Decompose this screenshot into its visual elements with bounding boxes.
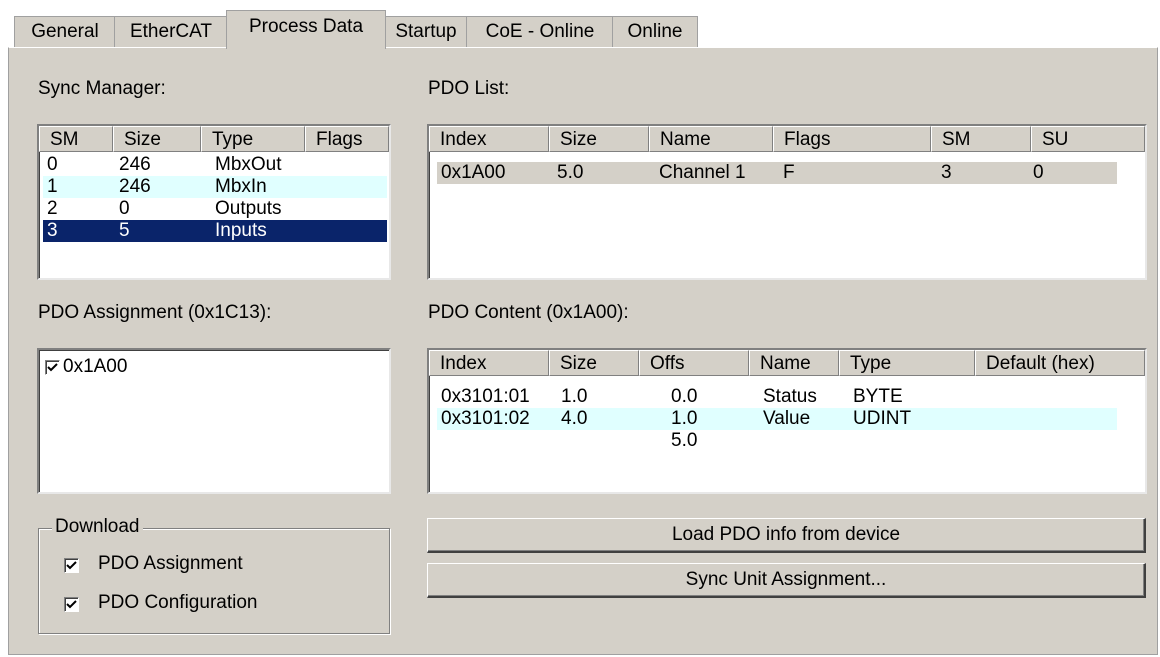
table-row[interactable]: 0x3101:01 1.0 0.0 Status BYTE [437,386,1117,408]
sm-cell: 1 [47,176,58,197]
column-header[interactable]: Index [429,126,549,152]
sync-unit-assignment-button[interactable]: Sync Unit Assignment... [427,563,1146,598]
column-header[interactable]: Name [649,126,773,152]
table-row[interactable]: 5.0 [437,430,1117,452]
size-cell: 1.0 [561,386,588,407]
table-row[interactable]: 0x3101:02 4.0 1.0 Value UDINT [437,408,1117,430]
table-row[interactable]: 2 0 Outputs [43,198,387,220]
column-header[interactable]: SM [39,126,113,152]
table-row[interactable]: 0 246 MbxOut [43,154,387,176]
offs-cell: 0.0 [671,386,698,407]
pdo-assignment-label: PDO Assignment (0x1C13): [38,302,272,323]
size-cell: 246 [119,154,151,175]
column-header[interactable]: Type [201,126,305,152]
offs-cell: 1.0 [671,408,698,429]
pdo-content-list[interactable]: Index Size Offs Name Type Default (hex) … [427,348,1147,494]
size-cell: 246 [119,176,151,197]
type-cell: MbxOut [215,154,282,175]
pdo-list-header: Index Size Name Flags SM SU [429,126,1145,154]
size-cell: 5.0 [557,162,584,183]
sync-manager-header: SM Size Type Flags [39,126,389,154]
tab-process-data[interactable]: Process Data [226,10,386,49]
column-header[interactable]: Size [549,350,639,376]
index-cell: 0x3101:02 [441,408,530,429]
type-cell: MbxIn [215,176,267,197]
type-cell: Outputs [215,198,282,219]
size-cell: 0 [119,198,130,219]
pdo-assignment-checkbox[interactable] [64,558,79,573]
type-cell: Inputs [215,220,267,241]
tab-startup[interactable]: Startup [384,16,468,47]
tab-ethercat[interactable]: EtherCAT [114,16,228,47]
sm-cell: 3 [941,162,952,183]
check-icon [47,363,58,372]
column-header[interactable]: Flags [305,126,389,152]
sm-cell: 0 [47,154,58,175]
column-header[interactable]: Offs [639,350,749,376]
download-title: Download [52,516,143,538]
name-cell: Value [763,408,811,429]
table-row-selected[interactable]: 3 5 Inputs [43,220,387,242]
size-cell: 5 [119,220,130,241]
size-cell: 4.0 [561,408,588,429]
pdo-configuration-option-label[interactable]: PDO Configuration [98,592,257,614]
sm-cell: 2 [47,198,58,219]
table-row[interactable]: 0x1A00 5.0 Channel 1 F 3 0 [437,162,1117,184]
name-cell: Status [763,386,817,407]
column-header[interactable]: Default (hex) [975,350,1145,376]
tab-general[interactable]: General [14,16,116,47]
column-header[interactable]: Flags [773,126,931,152]
sync-manager-list[interactable]: SM Size Type Flags 0 246 MbxOut 1 246 Mb… [37,124,391,280]
su-cell: 0 [1033,162,1044,183]
column-header[interactable]: Index [429,350,549,376]
pdo-assignment-list[interactable]: 0x1A00 [37,348,391,494]
index-cell: 0x3101:01 [441,386,530,407]
pdo-assignment-option-label[interactable]: PDO Assignment [98,553,243,575]
offs-cell: 5.0 [671,430,698,451]
check-icon [66,600,77,609]
table-row[interactable]: 1 246 MbxIn [43,176,387,198]
tab-online[interactable]: Online [612,16,698,47]
column-header[interactable]: SM [931,126,1031,152]
list-item-label: 0x1A00 [63,356,128,377]
flags-cell: F [783,162,795,183]
name-cell: Channel 1 [659,162,746,183]
type-cell: BYTE [853,386,903,407]
pdo-content-label: PDO Content (0x1A00): [428,302,629,323]
column-header[interactable]: Size [549,126,649,152]
sync-manager-label: Sync Manager: [38,78,166,99]
download-group [38,528,390,634]
column-header[interactable]: Name [749,350,839,376]
check-icon [66,561,77,570]
checkbox-checked[interactable] [45,360,60,375]
sm-cell: 3 [47,220,58,241]
column-header[interactable]: Size [113,126,201,152]
tab-coe-online[interactable]: CoE - Online [466,16,614,47]
pdo-configuration-checkbox[interactable] [64,597,79,612]
column-header[interactable]: SU [1031,126,1145,152]
column-header[interactable]: Type [839,350,975,376]
pdo-content-header: Index Size Offs Name Type Default (hex) [429,350,1145,378]
load-pdo-info-button[interactable]: Load PDO info from device [427,518,1146,553]
type-cell: UDINT [853,408,912,429]
index-cell: 0x1A00 [441,162,506,183]
pdo-list[interactable]: Index Size Name Flags SM SU 0x1A00 5.0 C… [427,124,1147,280]
pdo-list-label: PDO List: [428,78,510,99]
